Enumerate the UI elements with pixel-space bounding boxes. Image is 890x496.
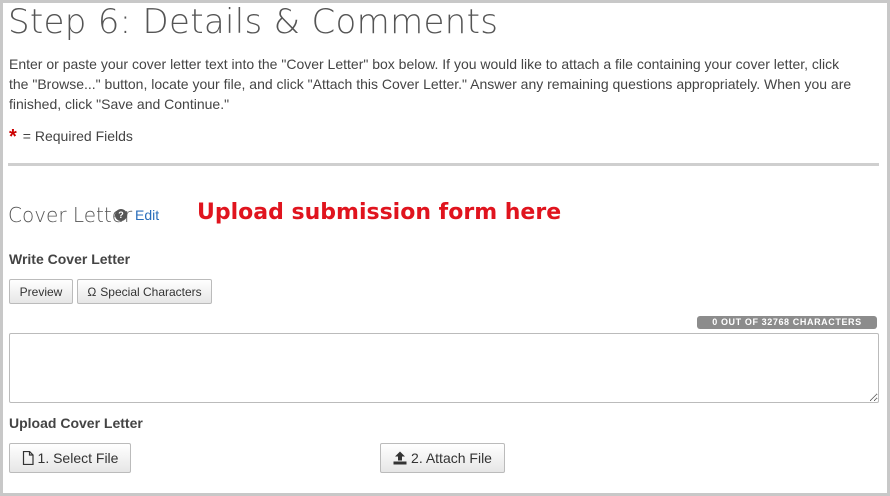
file-icon	[22, 451, 34, 465]
preview-button[interactable]: Preview	[9, 279, 73, 304]
select-file-button[interactable]: 1. Select File	[9, 443, 131, 473]
required-star: *	[9, 126, 17, 148]
cover-letter-title: Cover Letter	[8, 203, 133, 227]
write-cover-letter-heading: Write Cover Letter	[9, 251, 131, 267]
special-characters-button[interactable]: Ω Special Characters	[77, 279, 212, 304]
character-counter-badge: 0 OUT OF 32768 CHARACTERS	[697, 316, 877, 329]
edit-link[interactable]: Edit	[135, 207, 159, 223]
upload-annotation: Upload submission form here	[197, 200, 562, 225]
attach-file-button[interactable]: 2. Attach File	[380, 443, 505, 473]
upload-cover-letter-heading: Upload Cover Letter	[9, 415, 143, 431]
page-title: Step 6: Details & Comments	[8, 2, 499, 42]
required-fields-note: * = Required Fields	[9, 124, 133, 148]
question-circle-icon[interactable]: ?	[115, 209, 127, 221]
attach-file-label: 2. Attach File	[411, 450, 492, 466]
upload-icon	[393, 451, 407, 465]
section-divider	[8, 163, 879, 166]
cover-letter-textarea[interactable]	[9, 333, 879, 403]
required-fields-label: = Required Fields	[22, 128, 133, 144]
omega-icon: Ω	[87, 284, 97, 299]
special-characters-label: Special Characters	[100, 284, 202, 299]
instructions-text: Enter or paste your cover letter text in…	[9, 56, 852, 112]
preview-button-label: Preview	[19, 284, 63, 299]
select-file-label: 1. Select File	[37, 450, 119, 466]
